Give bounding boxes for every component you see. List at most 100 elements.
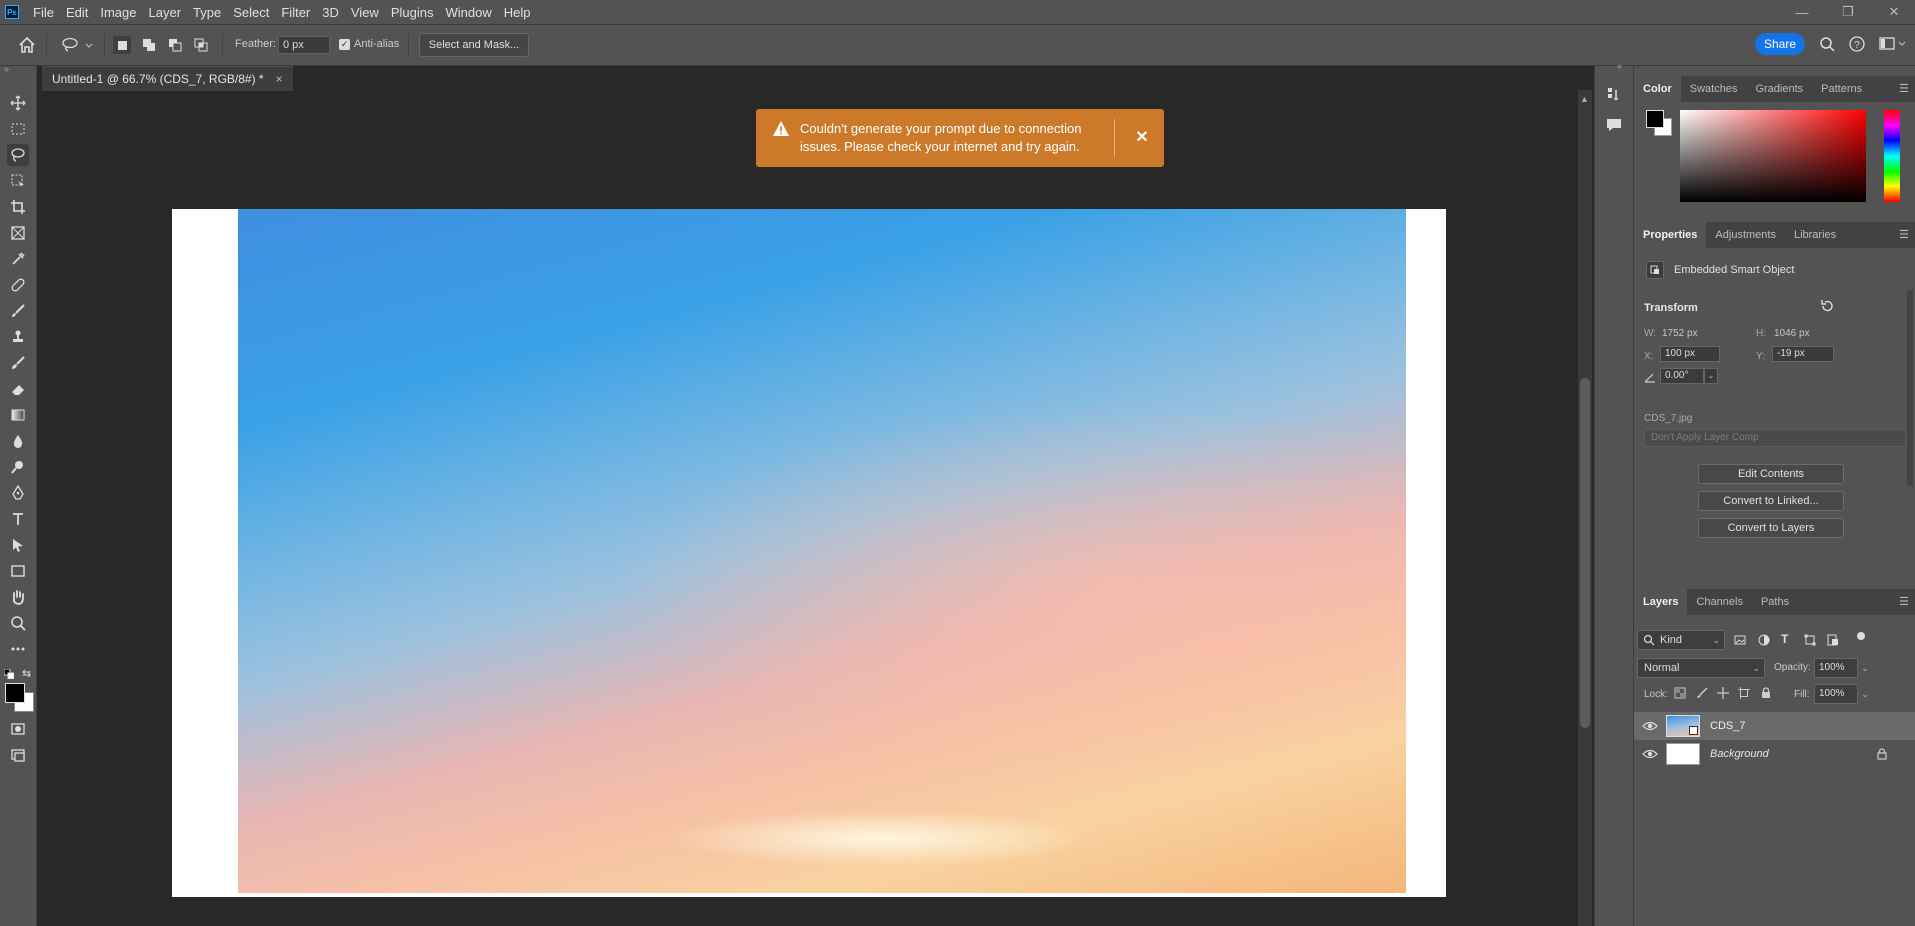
- lock-artboard-icon[interactable]: [1738, 687, 1750, 699]
- eraser-tool-icon[interactable]: [7, 378, 29, 400]
- history-panel-icon[interactable]: [1605, 86, 1623, 104]
- brush-tool-icon[interactable]: [7, 300, 29, 322]
- menu-view[interactable]: View: [345, 5, 385, 20]
- quick-mask-icon[interactable]: [7, 718, 29, 740]
- close-document-icon[interactable]: ×: [276, 72, 283, 86]
- move-tool-icon[interactable]: [7, 92, 29, 114]
- filter-shape-icon[interactable]: [1804, 634, 1816, 646]
- more-tools-icon[interactable]: [7, 638, 29, 660]
- menu-window[interactable]: Window: [439, 5, 497, 20]
- smart-object-image[interactable]: [238, 209, 1406, 893]
- clone-stamp-tool-icon[interactable]: [7, 326, 29, 348]
- filter-adjustment-icon[interactable]: [1758, 634, 1770, 646]
- tab-patterns[interactable]: Patterns: [1812, 76, 1871, 102]
- lock-image-pixels-icon[interactable]: [1696, 687, 1708, 699]
- blend-mode-select[interactable]: Normal ⌄: [1637, 658, 1765, 678]
- add-to-selection-icon[interactable]: [140, 36, 158, 54]
- visibility-eye-icon[interactable]: [1642, 719, 1658, 733]
- filter-type-icon[interactable]: T: [1781, 633, 1793, 645]
- tab-channels[interactable]: Channels: [1687, 589, 1751, 615]
- share-button[interactable]: Share: [1755, 33, 1805, 55]
- lasso-preset-picker[interactable]: [60, 36, 94, 54]
- menu-layer[interactable]: Layer: [143, 5, 188, 20]
- layer-lock-icon[interactable]: [1876, 748, 1888, 760]
- tab-paths[interactable]: Paths: [1752, 589, 1798, 615]
- convert-to-layers-button[interactable]: Convert to Layers: [1698, 518, 1844, 538]
- tab-libraries[interactable]: Libraries: [1785, 222, 1845, 248]
- zoom-tool-icon[interactable]: [7, 612, 29, 634]
- lock-all-icon[interactable]: [1760, 687, 1772, 699]
- intersect-selection-icon[interactable]: [192, 36, 210, 54]
- fill-dropdown-icon[interactable]: ⌄: [1858, 684, 1872, 704]
- minimize-button[interactable]: —: [1779, 0, 1825, 24]
- menu-select[interactable]: Select: [227, 5, 275, 20]
- angle-input[interactable]: 0.00°: [1660, 368, 1704, 384]
- scroll-up-icon[interactable]: ▲: [1580, 94, 1589, 104]
- color-field[interactable]: [1680, 110, 1866, 202]
- workspace-switcher-icon[interactable]: [1879, 36, 1909, 52]
- filter-toggle-icon[interactable]: [1857, 632, 1865, 640]
- restore-button[interactable]: ❐: [1825, 0, 1871, 24]
- y-position-input[interactable]: -19 px: [1772, 346, 1834, 362]
- crop-tool-icon[interactable]: [7, 196, 29, 218]
- eyedropper-tool-icon[interactable]: [7, 248, 29, 270]
- dodge-tool-icon[interactable]: [7, 456, 29, 478]
- layer-row[interactable]: CDS_7: [1634, 712, 1915, 740]
- tab-adjustments[interactable]: Adjustments: [1706, 222, 1785, 248]
- tab-layers[interactable]: Layers: [1634, 589, 1688, 615]
- angle-dropdown-icon[interactable]: ⌄: [1704, 368, 1718, 384]
- gradient-tool-icon[interactable]: [7, 404, 29, 426]
- menu-image[interactable]: Image: [94, 5, 142, 20]
- collapse-toolbar-icon[interactable]: »: [4, 64, 9, 74]
- properties-scrollbar[interactable]: [1907, 290, 1913, 486]
- select-and-mask-button[interactable]: Select and Mask...: [419, 33, 529, 57]
- scrollbar-thumb[interactable]: [1580, 378, 1590, 728]
- history-brush-tool-icon[interactable]: [7, 352, 29, 374]
- feather-input[interactable]: 0 px: [278, 36, 330, 54]
- menu-filter[interactable]: Filter: [275, 5, 316, 20]
- tab-swatches[interactable]: Swatches: [1681, 76, 1747, 102]
- type-tool-icon[interactable]: [7, 508, 29, 530]
- default-colors-icon[interactable]: [3, 668, 15, 680]
- tab-properties[interactable]: Properties: [1634, 222, 1707, 248]
- hue-slider[interactable]: [1884, 110, 1900, 202]
- frame-tool-icon[interactable]: [7, 222, 29, 244]
- reset-transform-icon[interactable]: [1820, 299, 1834, 313]
- comments-panel-icon[interactable]: [1605, 116, 1623, 134]
- toast-close-button[interactable]: ✕: [1132, 127, 1152, 147]
- pen-tool-icon[interactable]: [7, 482, 29, 504]
- tab-color[interactable]: Color: [1634, 76, 1681, 102]
- rectangle-tool-icon[interactable]: [7, 560, 29, 582]
- visibility-eye-icon[interactable]: [1642, 747, 1658, 761]
- lasso-tool-icon[interactable]: [7, 144, 29, 166]
- swap-colors-icon[interactable]: ⇆: [22, 667, 34, 680]
- antialias-checkbox[interactable]: ✓: [339, 39, 350, 50]
- color-panel-menu-icon[interactable]: ☰: [1899, 84, 1909, 95]
- foreground-color-chip[interactable]: [1646, 110, 1664, 128]
- document-tab[interactable]: Untitled-1 @ 66.7% (CDS_7, RGB/8#) * ×: [42, 66, 293, 91]
- opacity-dropdown-icon[interactable]: ⌄: [1858, 658, 1872, 678]
- filter-pixel-icon[interactable]: [1734, 634, 1746, 646]
- edit-contents-button[interactable]: Edit Contents: [1698, 464, 1844, 484]
- help-icon[interactable]: ?: [1849, 36, 1865, 52]
- properties-panel-menu-icon[interactable]: ☰: [1899, 230, 1909, 241]
- marquee-tool-icon[interactable]: [7, 118, 29, 140]
- healing-brush-tool-icon[interactable]: [7, 274, 29, 296]
- fill-input[interactable]: 100%: [1814, 684, 1858, 704]
- subtract-from-selection-icon[interactable]: [166, 36, 184, 54]
- path-selection-tool-icon[interactable]: [7, 534, 29, 556]
- layer-filter-select[interactable]: Kind ⌄: [1637, 630, 1725, 650]
- new-selection-icon[interactable]: [113, 36, 131, 54]
- menu-plugins[interactable]: Plugins: [385, 5, 440, 20]
- screen-mode-icon[interactable]: [7, 744, 29, 766]
- menu-help[interactable]: Help: [498, 5, 537, 20]
- tab-gradients[interactable]: Gradients: [1746, 76, 1812, 102]
- lock-transparent-pixels-icon[interactable]: [1674, 687, 1686, 699]
- collapse-panels-icon[interactable]: «: [1617, 61, 1622, 71]
- layers-panel-menu-icon[interactable]: ☰: [1899, 597, 1909, 608]
- convert-to-linked-button[interactable]: Convert to Linked...: [1698, 491, 1844, 511]
- filter-smart-object-icon[interactable]: [1827, 634, 1839, 646]
- object-selection-tool-icon[interactable]: [7, 170, 29, 192]
- close-window-button[interactable]: ✕: [1871, 0, 1915, 24]
- menu-edit[interactable]: Edit: [60, 5, 94, 20]
